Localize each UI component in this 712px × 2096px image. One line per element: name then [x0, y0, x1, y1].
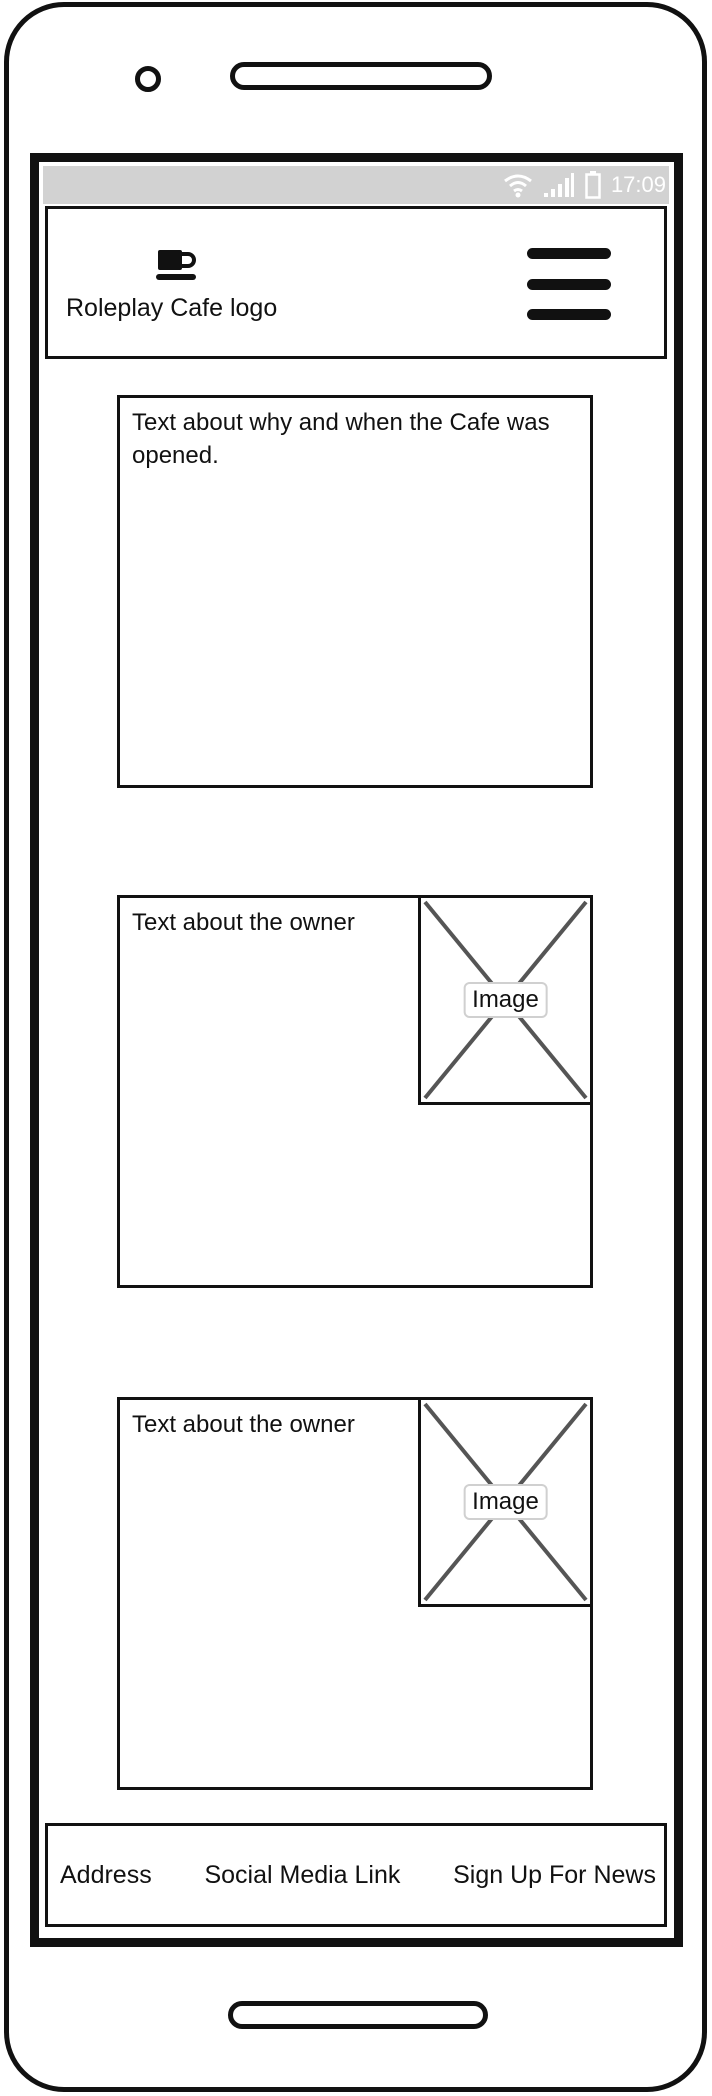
footer-link-address[interactable]: Address — [60, 1861, 152, 1890]
wifi-icon — [504, 174, 532, 198]
footer-link-sign-up-news[interactable]: Sign Up For News — [453, 1861, 656, 1890]
page-footer: Address Social Media Link Sign Up For Ne… — [45, 1823, 667, 1927]
image-label: Image — [463, 982, 548, 1018]
about-cafe-text: Text about why and when the Cafe was ope… — [132, 409, 550, 469]
logo-label[interactable]: Roleplay Cafe logo — [66, 290, 316, 326]
hamburger-menu-icon[interactable] — [527, 248, 611, 320]
signal-icon — [543, 173, 574, 197]
status-time: 17:09 — [610, 172, 666, 197]
battery-icon — [585, 171, 601, 199]
status-icons: 17:09 — [503, 170, 666, 200]
owner-image-placeholder: Image — [418, 1397, 593, 1607]
image-label: Image — [463, 1484, 548, 1520]
footer-link-social-media[interactable]: Social Media Link — [204, 1861, 400, 1890]
earpiece-speaker — [230, 62, 492, 90]
owner-image-placeholder: Image — [418, 895, 593, 1105]
coffee-cup-icon[interactable] — [150, 248, 202, 288]
about-cafe-card: Text about why and when the Cafe was ope… — [117, 395, 593, 788]
front-camera — [135, 66, 161, 92]
home-button[interactable] — [228, 2001, 488, 2029]
